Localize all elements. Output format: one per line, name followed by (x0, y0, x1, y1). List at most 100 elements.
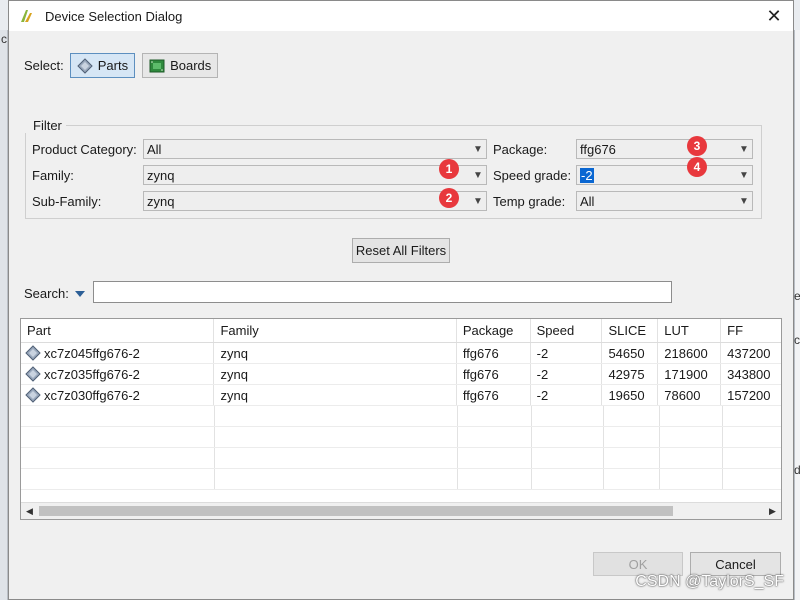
column-header-part[interactable]: Part (21, 319, 215, 342)
chevron-down-icon: ▼ (739, 195, 749, 207)
cell-package: ffg676 (457, 343, 531, 363)
column-header-speed[interactable]: Speed (531, 319, 603, 342)
cell-part: xc7z030ffg676-2 (21, 385, 215, 405)
search-options-dropdown-icon[interactable] (75, 290, 85, 298)
temp-grade-value: All (580, 193, 595, 209)
empty-row (21, 469, 781, 490)
empty-row (21, 406, 781, 427)
device-selection-dialog: Device Selection Dialog ✕ Select: Parts … (8, 0, 794, 600)
cell-family: zynq (214, 364, 457, 384)
table-header: Part Family Package Speed SLICE LUT FF (21, 319, 781, 343)
product-category-value: All (147, 141, 162, 157)
scroll-left-icon[interactable]: ◀ (21, 503, 38, 519)
family-label: Family: (32, 168, 74, 183)
background-app-right (794, 30, 800, 600)
sub-family-label: Sub-Family: (32, 194, 102, 209)
parts-table: Part Family Package Speed SLICE LUT FF x… (20, 318, 782, 520)
chip-icon (25, 387, 41, 403)
column-header-slice[interactable]: SLICE (602, 319, 659, 342)
cell-speed: -2 (531, 343, 603, 363)
family-dropdown[interactable]: zynq ▼ (143, 165, 487, 185)
part-name: xc7z045ffg676-2 (44, 345, 140, 361)
close-button[interactable]: ✕ (763, 5, 785, 27)
boards-toggle-button[interactable]: Boards (142, 53, 219, 78)
cell-package: ffg676 (457, 364, 531, 384)
sub-family-dropdown[interactable]: zynq ▼ (143, 191, 487, 211)
cell-lut: 78600 (658, 385, 722, 405)
chip-icon (25, 345, 41, 361)
sub-family-value: zynq (147, 193, 175, 209)
annotation-badge-3: 3 (687, 136, 707, 156)
cell-ff: 437200 (727, 345, 771, 361)
cell-speed: -2 (531, 385, 603, 405)
scrollbar-thumb[interactable] (39, 506, 673, 516)
horizontal-scrollbar[interactable]: ◀ ▶ (21, 502, 781, 519)
select-label: Select: (24, 58, 64, 73)
window-title: Device Selection Dialog (45, 8, 183, 24)
cell-part: xc7z035ffg676-2 (21, 364, 215, 384)
package-dropdown[interactable]: ffg676 ▼ (576, 139, 753, 159)
table-row[interactable]: xc7z030ffg676-2 zynq ffg676 -2 19650 786… (21, 385, 781, 406)
column-header-lut[interactable]: LUT (658, 319, 722, 342)
select-row: Select: Parts Boards (24, 53, 225, 78)
background-text: c (1, 32, 7, 46)
annotation-badge-4: 4 (687, 157, 707, 177)
boards-label: Boards (170, 58, 212, 73)
chip-icon (25, 366, 41, 382)
cell-lut: 171900 (658, 364, 722, 384)
family-value: zynq (147, 167, 175, 183)
board-icon (149, 59, 165, 72)
cell-ff: 157200 (727, 387, 771, 403)
cell-slice: 19650 (602, 385, 659, 405)
cell-ff: 343800 (727, 366, 771, 382)
cell-slice: 54650 (602, 343, 659, 363)
scroll-right-icon[interactable]: ▶ (764, 503, 781, 519)
chevron-down-icon: ▼ (739, 143, 749, 155)
close-icon: ✕ (766, 5, 782, 26)
speed-grade-dropdown[interactable]: -2 ▼ (576, 165, 753, 185)
speed-grade-label: Speed grade: (493, 168, 572, 183)
search-label: Search: (24, 286, 69, 301)
table-row[interactable]: xc7z035ffg676-2 zynq ffg676 -2 42975 171… (21, 364, 781, 385)
column-header-family[interactable]: Family (214, 319, 457, 342)
chevron-down-icon: ▼ (473, 143, 483, 155)
cell-part: xc7z045ffg676-2 (21, 343, 215, 363)
watermark: CSDN @TaylorS_SF (635, 573, 784, 590)
chevron-down-icon: ▼ (473, 195, 483, 207)
chip-icon (77, 57, 93, 74)
cell-lut: 218600 (658, 343, 722, 363)
vivado-logo-icon (21, 10, 32, 22)
temp-grade-label: Temp grade: (493, 194, 566, 209)
column-header-ff[interactable]: FF (721, 319, 781, 342)
part-name: xc7z035ffg676-2 (44, 366, 140, 382)
cell-speed: -2 (531, 364, 603, 384)
reset-all-filters-button[interactable]: Reset All Filters (352, 238, 450, 263)
empty-row (21, 448, 781, 469)
cell-slice: 42975 (602, 364, 659, 384)
chevron-down-icon: ▼ (473, 169, 483, 181)
temp-grade-dropdown[interactable]: All ▼ (576, 191, 753, 211)
annotation-badge-1: 1 (439, 159, 459, 179)
background-app-left (0, 30, 8, 600)
background-text: de (794, 463, 800, 477)
empty-row (21, 427, 781, 448)
filter-title: Filter (25, 118, 66, 133)
product-category-dropdown[interactable]: All ▼ (143, 139, 487, 159)
chevron-down-icon: ▼ (739, 169, 749, 181)
table-row[interactable]: xc7z045ffg676-2 zynq ffg676 -2 54650 218… (21, 343, 781, 364)
parts-label: Parts (97, 58, 129, 73)
package-value: ffg676 (580, 141, 616, 157)
part-name: xc7z030ffg676-2 (44, 387, 140, 403)
package-label: Package: (493, 142, 548, 157)
search-input[interactable] (93, 281, 672, 303)
cell-family: zynq (214, 385, 457, 405)
product-category-label: Product Category: (32, 142, 137, 157)
column-header-package[interactable]: Package (457, 319, 531, 342)
cell-family: zynq (214, 343, 457, 363)
title-bar[interactable]: Device Selection Dialog ✕ (9, 1, 793, 31)
parts-toggle-button[interactable]: Parts (69, 53, 136, 78)
cell-package: ffg676 (457, 385, 531, 405)
background-text: e (794, 289, 800, 303)
annotation-badge-2: 2 (439, 188, 459, 208)
background-text: ct (794, 333, 800, 347)
